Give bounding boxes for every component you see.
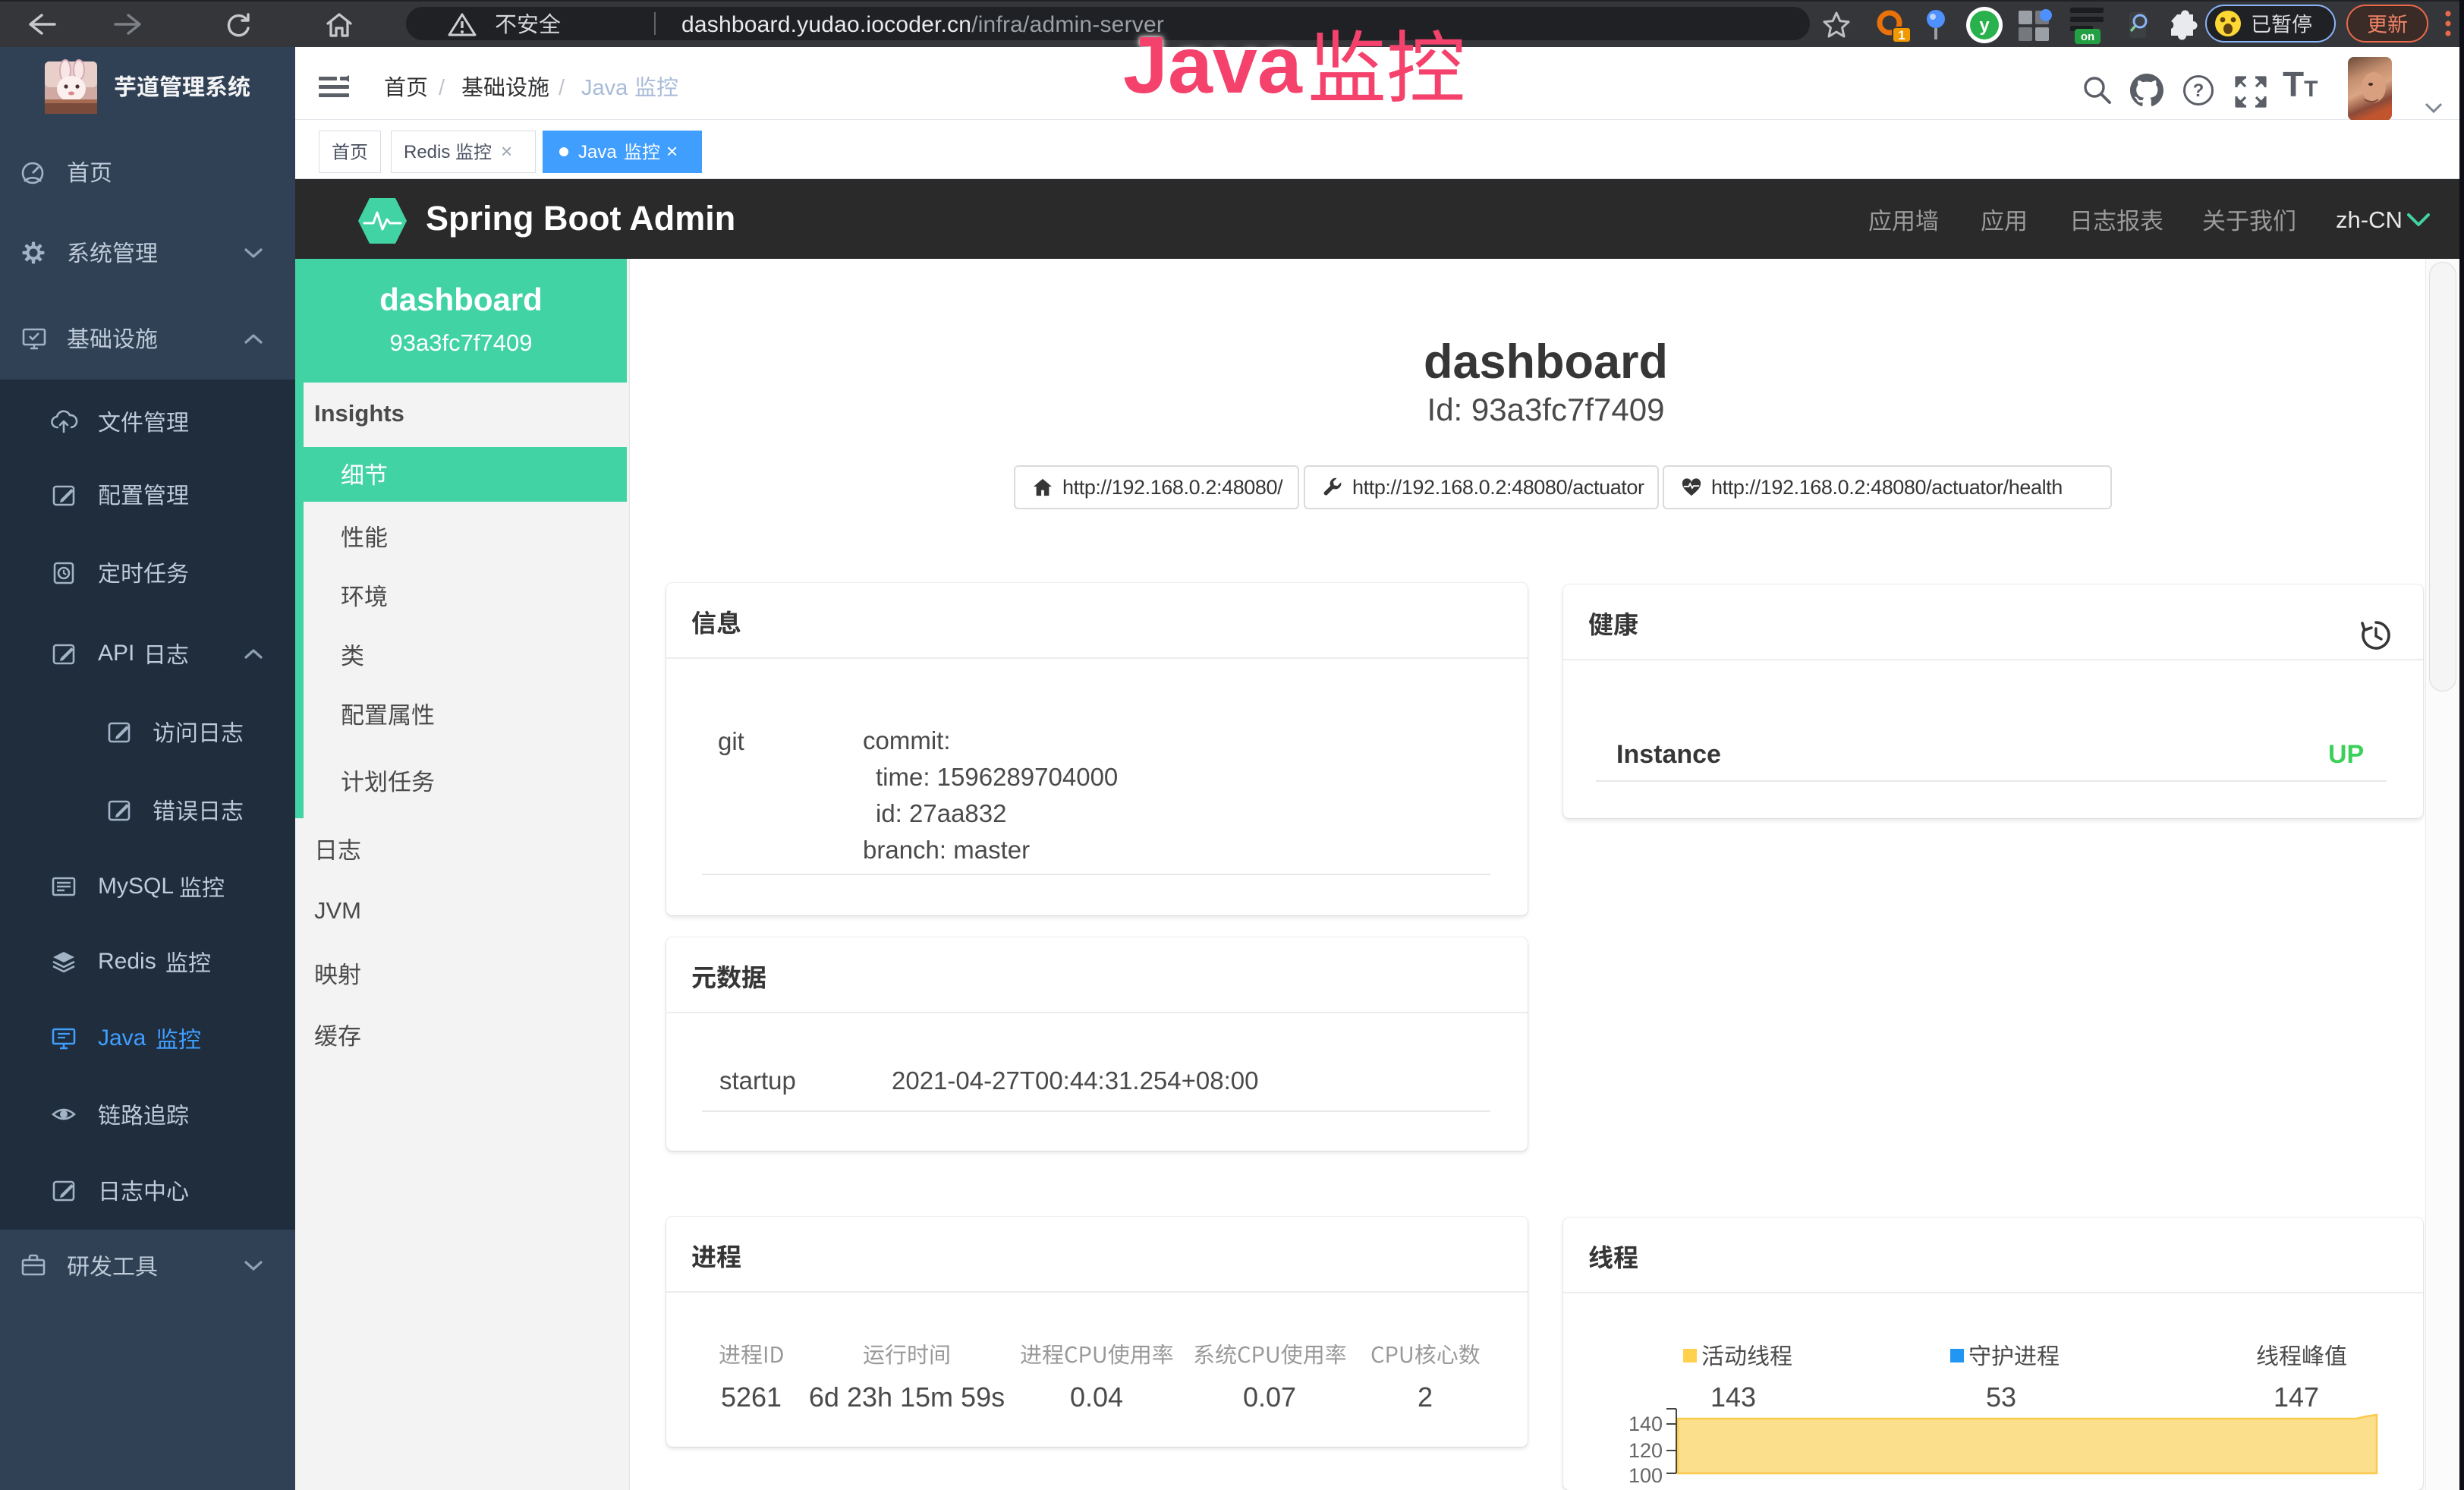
svg-text:100: 100	[1629, 1464, 1663, 1487]
svg-text:120: 120	[1629, 1439, 1663, 1462]
svg-text:140: 140	[1629, 1413, 1663, 1435]
svg-text:1: 1	[1898, 28, 1905, 43]
svg-text:on: on	[2081, 30, 2094, 43]
svg-text:y: y	[1979, 15, 1990, 36]
svg-text:?: ?	[2193, 80, 2204, 101]
